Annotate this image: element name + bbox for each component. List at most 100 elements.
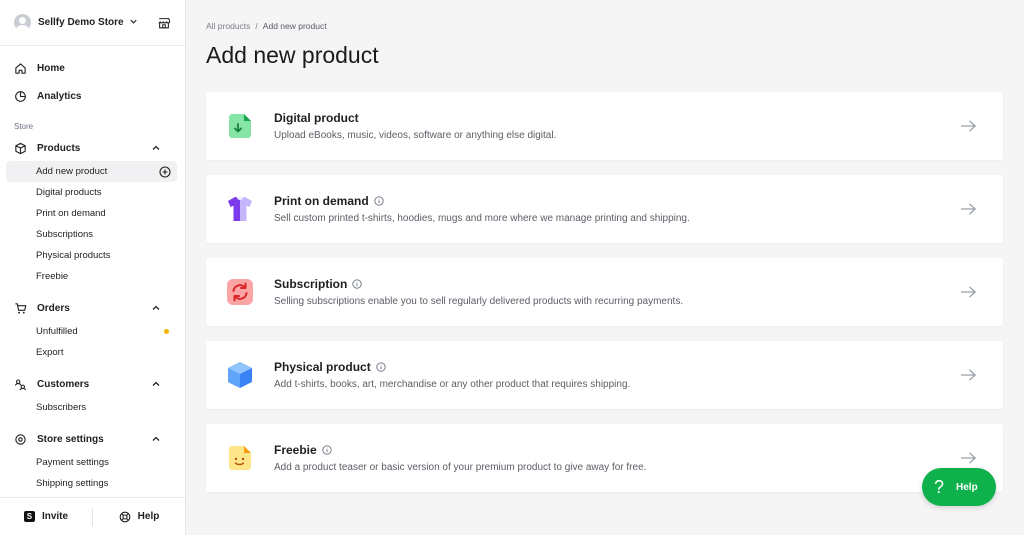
users-icon [14,379,27,390]
card-title-row: Print on demand [274,194,690,208]
sidebar-item-digital-products[interactable]: Digital products [6,182,177,203]
product-type-card-subscription[interactable]: Subscription Selling subscriptions enabl… [206,258,1003,326]
sidebar-item-label: Print on demand [36,208,106,219]
chevron-up-icon[interactable] [151,434,161,444]
card-title-row: Physical product [274,360,630,374]
card-title: Digital product [274,111,359,125]
nav-orders-label: Orders [37,302,70,314]
store-avatar [14,14,31,31]
section-label-store: Store [14,122,34,131]
product-type-card-print-on-demand[interactable]: Print on demand Sell custom printed t-sh… [206,175,1003,243]
invite-button[interactable]: S Invite [0,505,92,529]
product-type-card-digital[interactable]: Digital product Upload eBooks, music, vi… [206,92,1003,160]
analytics-icon [15,90,26,102]
page-title: Add new product [206,42,379,68]
card-title: Physical product [274,360,371,374]
home-icon [15,62,26,74]
storefront-icon[interactable] [157,16,171,30]
card-description: Upload eBooks, music, videos, software o… [274,130,557,141]
card-description: Selling subscriptions enable you to sell… [274,296,684,307]
main-nav: Home Analytics Store Products Add new pr… [0,46,185,494]
card-title-row: Freebie [274,443,646,457]
sidebar-item-unfulfilled[interactable]: Unfulfilled [6,321,177,342]
info-icon[interactable] [376,362,386,372]
invite-label: Invite [41,511,69,522]
sidebar-item-label: Freebie [36,271,69,282]
plus-circle-icon[interactable] [159,165,171,178]
arrow-right-icon [960,369,977,381]
breadcrumb-current: Add new product [262,21,327,31]
sidebar-item-label: Add new product [36,166,108,177]
smile-icon [229,446,251,470]
cart-icon [15,302,27,314]
card-description: Sell custom printed t-shirts, hoodies, m… [274,213,690,224]
info-icon[interactable] [352,279,362,289]
sidebar-item-subscriptions[interactable]: Subscriptions [6,224,177,245]
chevron-up-icon[interactable] [151,303,161,313]
sidebar-item-payment-settings[interactable]: Payment settings [6,452,177,473]
nav-orders[interactable]: Orders [0,295,185,321]
sidebar-footer: S Invite Help [0,497,185,535]
recurring-icon [227,279,253,305]
product-type-card-freebie[interactable]: Freebie Add a product teaser or basic ve… [206,424,1003,492]
help-button[interactable]: Help [93,505,185,529]
cube-icon [15,142,26,154]
card-title: Subscription [274,277,348,291]
chevron-up-icon[interactable] [151,143,161,153]
nav-customers-label: Customers [37,378,90,390]
product-type-card-physical[interactable]: Physical product Add t-shirts, books, ar… [206,341,1003,409]
sellfy-logo-icon: S [23,511,35,522]
sidebar-item-label: Physical products [36,250,111,261]
info-icon[interactable] [374,196,384,206]
sidebar-item-label: Subscribers [36,402,87,413]
sidebar-item-shipping-settings[interactable]: Shipping settings [6,473,177,494]
arrow-right-icon [960,120,977,132]
nav-customers[interactable]: Customers [0,371,185,397]
help-chat-button[interactable]: ? Help [922,468,996,506]
info-icon[interactable] [322,445,332,455]
card-description: Add a product teaser or basic version of… [274,462,647,473]
nav-analytics[interactable]: Analytics [0,82,185,110]
main-content: All products / Add new product Add new pro… [187,0,1024,535]
chevron-down-icon [129,17,138,28]
store-switcher[interactable]: Sellfy Demo Store [0,0,185,46]
sidebar-item-label: Export [36,347,64,358]
sidebar-item-print-on-demand[interactable]: Print on demand [6,203,177,224]
nav-home-label: Home [37,62,65,74]
sidebar-item-freebie[interactable]: Freebie [6,266,177,287]
nav-products-label: Products [37,142,81,154]
breadcrumb-separator: / [255,21,258,31]
chevron-up-icon[interactable] [151,379,161,389]
nav-home[interactable]: Home [0,54,185,82]
digital-file-icon [229,114,251,138]
nav-analytics-label: Analytics [37,90,82,102]
breadcrumb: All products / Add new product [206,21,327,31]
tshirt-icon [228,197,252,221]
sidebar-item-label: Shipping settings [36,478,109,489]
sidebar-item-export[interactable]: Export [6,342,177,363]
sidebar: Sellfy Demo Store Home Analytics Store P… [0,0,186,535]
product-type-list: Digital product Upload eBooks, music, vi… [206,92,1003,507]
notification-dot [164,329,169,334]
card-title: Print on demand [274,194,369,208]
question-icon: ? [934,477,945,497]
help-chat-label: Help [956,481,978,493]
nav-store-settings-label: Store settings [37,433,104,445]
sidebar-item-label: Payment settings [36,457,109,468]
sidebar-item-physical-products[interactable]: Physical products [6,245,177,266]
arrow-right-icon [960,203,977,215]
lifebuoy-icon [119,511,131,522]
card-title: Freebie [274,443,317,457]
card-title-row: Subscription [274,277,683,291]
breadcrumb-link-all-products[interactable]: All products [206,21,250,31]
nav-store-settings[interactable]: Store settings [0,426,185,452]
sidebar-item-add-new-product[interactable]: Add new product [6,161,177,182]
nav-products[interactable]: Products [0,135,185,161]
sidebar-item-label: Unfulfilled [36,326,78,337]
sidebar-item-subscribers[interactable]: Subscribers [6,397,177,418]
sidebar-item-label: Subscriptions [36,229,94,240]
sidebar-item-label: Digital products [36,187,102,198]
store-name: Sellfy Demo Store [38,17,124,28]
help-label: Help [137,511,160,522]
card-description: Add t-shirts, books, art, merchandise or… [274,379,631,390]
